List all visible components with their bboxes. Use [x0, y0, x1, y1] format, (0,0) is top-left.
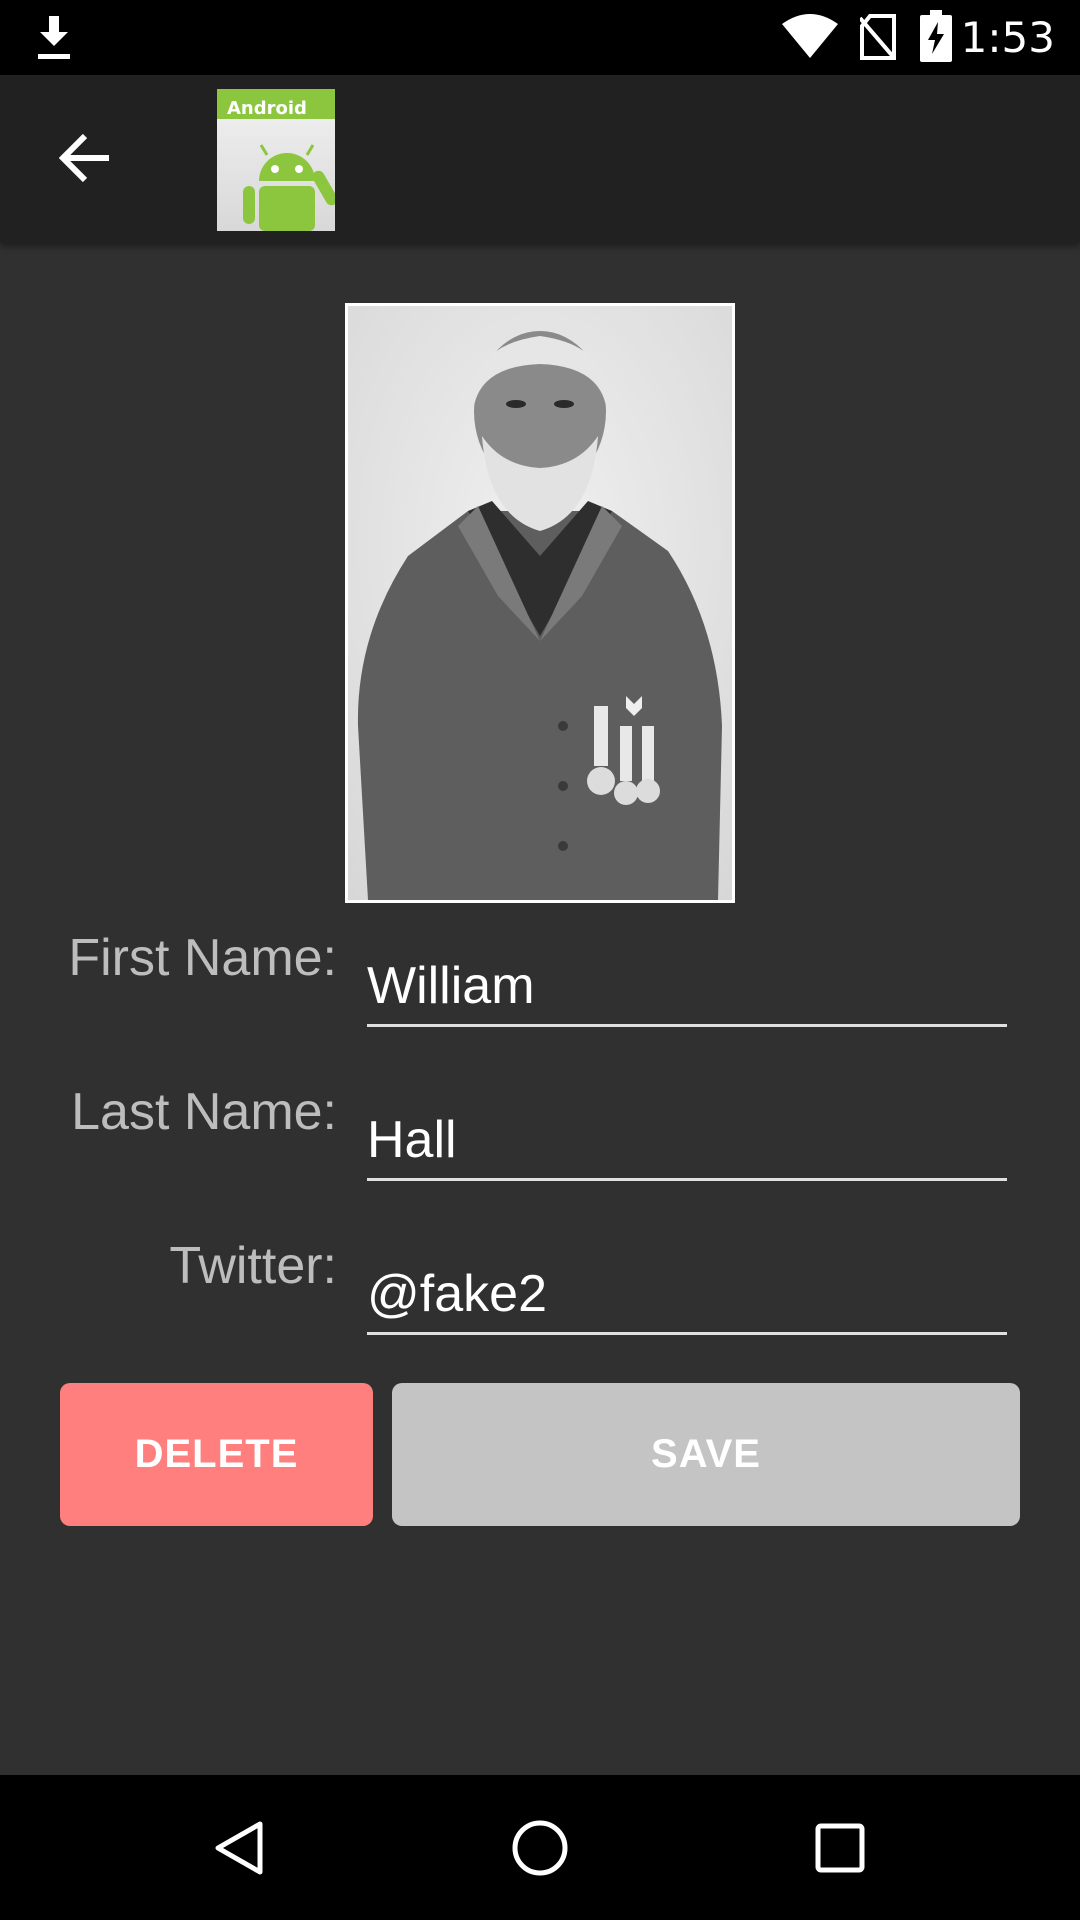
app-logo: Android [217, 89, 338, 231]
twitter-label: Twitter: [169, 1237, 337, 1295]
navigation-bar [0, 1775, 1080, 1920]
contact-edit-screen: 1:53 Android First Name: William Last Na… [0, 0, 1080, 1920]
back-triangle-icon [210, 1818, 270, 1882]
arrow-back-icon [58, 133, 111, 186]
back-button[interactable] [45, 120, 125, 200]
save-button[interactable]: SAVE [392, 1383, 1020, 1526]
twitter-row: Twitter: [0, 1233, 1080, 1363]
last-name-label: Last Name: [71, 1083, 337, 1141]
action-bar: Android [0, 75, 1080, 243]
wifi-icon [782, 14, 838, 64]
recents-square-icon [810, 1818, 870, 1882]
home-circle-icon [510, 1818, 570, 1882]
nav-home-button[interactable] [490, 1800, 590, 1900]
status-bar: 1:53 [0, 0, 1080, 75]
twitter-field[interactable] [367, 1255, 1007, 1335]
first-name-row: First Name: [0, 925, 1080, 1055]
download-icon [36, 16, 72, 64]
no-sim-icon [858, 14, 898, 64]
first-name-field[interactable] [367, 947, 1007, 1027]
last-name-row: Last Name: [0, 1079, 1080, 1209]
first-name-label: First Name: [68, 929, 337, 987]
contact-photo[interactable] [345, 303, 735, 903]
last-name-field[interactable] [367, 1101, 1007, 1181]
delete-button[interactable]: DELETE [60, 1383, 373, 1526]
logo-text: Android [227, 98, 307, 119]
nav-back-button[interactable] [190, 1800, 290, 1900]
status-time: 1:53 [960, 13, 1055, 62]
nav-recents-button[interactable] [790, 1800, 890, 1900]
battery-charging-icon [920, 10, 952, 66]
